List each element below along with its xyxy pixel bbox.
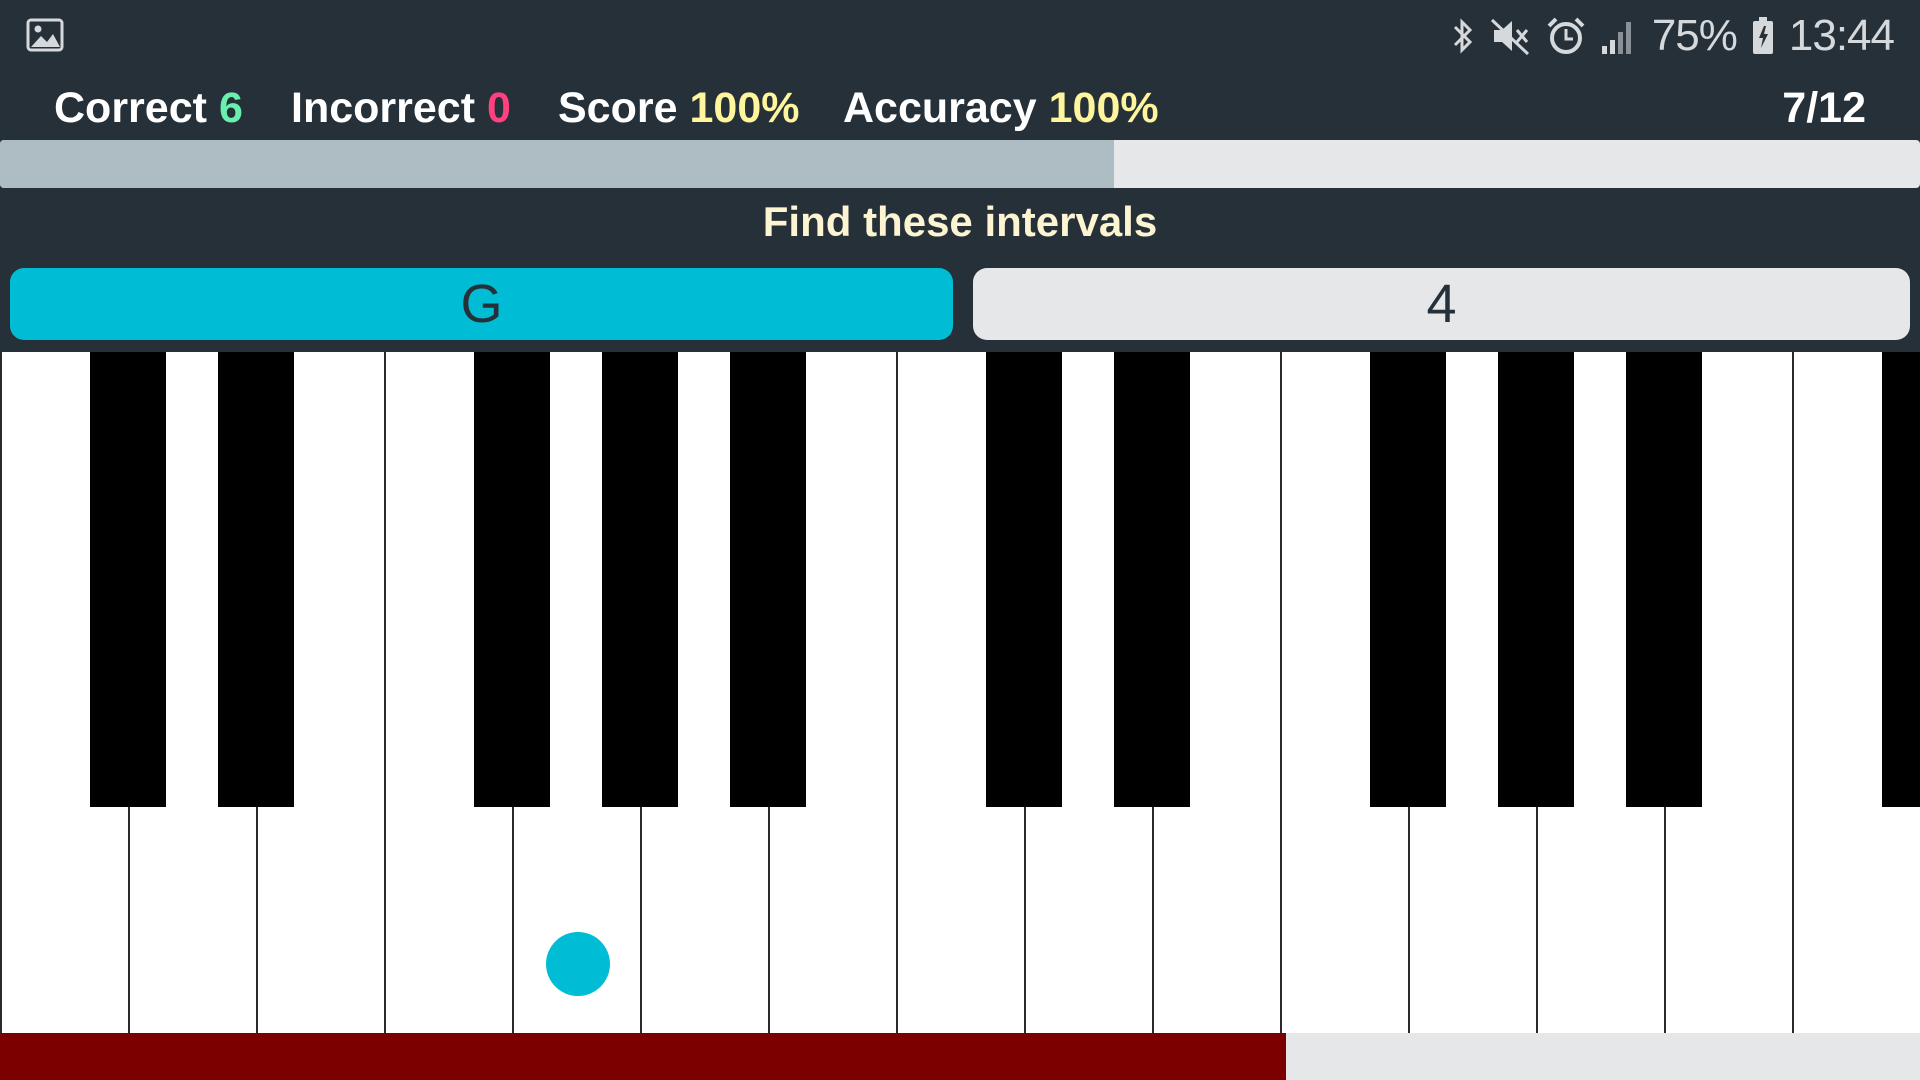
black-key[interactable] <box>1626 352 1702 807</box>
black-key[interactable] <box>1498 352 1574 807</box>
accuracy-value: 100% <box>1048 84 1159 132</box>
status-icons: 75% 13:44 <box>1450 10 1895 62</box>
black-key[interactable] <box>986 352 1062 807</box>
stat-correct: Correct 6 <box>54 84 243 133</box>
battery-percent: 75% <box>1651 11 1738 60</box>
incorrect-label: Incorrect <box>291 84 476 132</box>
black-key[interactable] <box>1370 352 1446 807</box>
correct-value: 6 <box>218 84 243 132</box>
status-bar: 75% 13:44 <box>0 0 1920 72</box>
stat-accuracy: Accuracy 100% <box>843 84 1159 133</box>
interval-answer-box[interactable]: 4 <box>973 268 1910 340</box>
black-key[interactable] <box>90 352 166 807</box>
score-value: 100% <box>689 84 800 132</box>
alarm-icon <box>1547 17 1585 54</box>
piano-keyboard[interactable] <box>0 352 1920 1033</box>
incorrect-value: 0 <box>487 84 511 132</box>
timer-fill <box>0 1033 1287 1080</box>
stat-score: Score 100% <box>558 84 800 133</box>
mute-icon <box>1490 18 1529 56</box>
clock: 13:44 <box>1788 11 1895 60</box>
black-key[interactable] <box>1114 352 1190 807</box>
instruction-text: Find these intervals <box>762 198 1158 245</box>
question-counter: 7/12 <box>1782 84 1866 132</box>
stat-incorrect: Incorrect 0 <box>291 84 511 133</box>
black-key[interactable] <box>730 352 806 807</box>
signal-icon <box>1601 22 1631 54</box>
black-key[interactable] <box>1882 352 1920 807</box>
note-answer-box[interactable]: G <box>10 268 953 340</box>
quiz-progress-fill <box>0 140 1114 188</box>
black-key[interactable] <box>218 352 294 807</box>
battery-icon <box>1752 17 1773 54</box>
black-key[interactable] <box>474 352 550 807</box>
note-label: G <box>460 274 503 334</box>
correct-label: Correct <box>54 84 207 132</box>
interval-label: 4 <box>1426 274 1457 334</box>
score-label: Score <box>558 84 678 132</box>
stats-bar: Correct 6 Incorrect 0 Score 100% Accuracy 10… <box>0 78 1920 140</box>
timer-bar <box>0 1033 1920 1080</box>
accuracy-label: Accuracy <box>843 84 1037 132</box>
gallery-icon <box>26 18 64 52</box>
quiz-progress-bar <box>0 140 1920 188</box>
bluetooth-icon <box>1453 18 1472 54</box>
black-key[interactable] <box>602 352 678 807</box>
selected-key-marker <box>546 932 610 996</box>
